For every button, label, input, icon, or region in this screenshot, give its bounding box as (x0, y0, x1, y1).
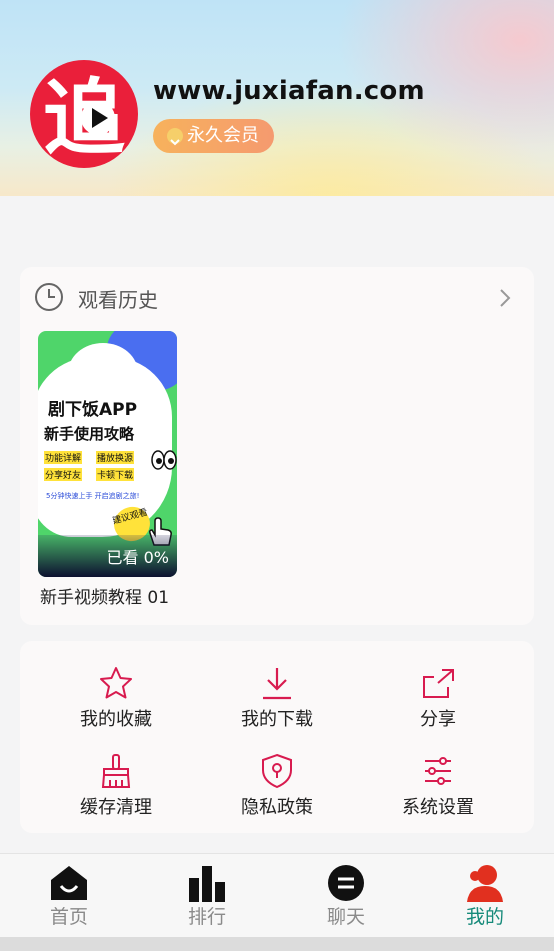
menu-item-label: 隐私政策 (241, 797, 313, 818)
app-logo: 追 (30, 60, 138, 168)
tab-label: 我的 (465, 906, 504, 928)
menu-item-downloads[interactable]: 我的下载 (207, 665, 347, 731)
tab-label: 首页 (49, 906, 88, 928)
watch-progress: 已看 0% (106, 548, 169, 567)
watch-history-card: 观看历史 剧下饭APP 新手使用攻略 功能详解 播放换源 分享好友 卡顿下载 5… (20, 267, 534, 625)
thumbnail-subtitle: 新手使用攻略 (44, 425, 135, 443)
menu-item-label: 分享 (420, 709, 456, 730)
watch-history-title: 观看历史 (78, 288, 158, 312)
tab-home[interactable]: 首页 (29, 864, 109, 929)
tab-ranking[interactable]: 排行 (167, 864, 247, 929)
menu-item-label: 我的下载 (241, 709, 313, 730)
menu-item-label: 我的收藏 (80, 709, 152, 730)
bar-chart-icon (189, 866, 225, 902)
tab-mine[interactable]: 我的 (445, 864, 525, 929)
site-name: www.juxiafan.com (153, 76, 425, 106)
chat-icon (328, 865, 364, 901)
user-icon (467, 865, 503, 902)
tab-label: 排行 (187, 906, 226, 928)
function-menu-card: 我的收藏 我的下载 分享 缓存清理 隐私政策 系统设置 (20, 641, 534, 833)
thumbnail-tag: 分享好友 (44, 468, 83, 481)
menu-item-label: 系统设置 (402, 797, 474, 818)
menu-item-privacy[interactable]: 隐私政策 (207, 753, 347, 819)
thumbnail-tag: 播放换源 (96, 451, 135, 464)
share-icon (423, 669, 454, 698)
chevron-down-icon (167, 128, 183, 146)
video-thumbnail[interactable]: 剧下饭APP 新手使用攻略 功能详解 播放换源 分享好友 卡顿下载 5分钟快速上… (38, 331, 177, 577)
home-icon (51, 866, 87, 900)
menu-item-clear-cache[interactable]: 缓存清理 (46, 753, 186, 819)
menu-item-label: 缓存清理 (80, 797, 152, 818)
bottom-tab-bar: 首页 排行 聊天 我的 (0, 853, 554, 938)
menu-item-share[interactable]: 分享 (368, 665, 508, 731)
tab-chat[interactable]: 聊天 (306, 864, 386, 929)
vip-badge-label: 永久会员 (187, 125, 259, 146)
star-icon (100, 667, 132, 699)
tab-label: 聊天 (326, 906, 365, 928)
eyes-icon (151, 450, 177, 470)
thumbnail-tag: 卡顿下载 (96, 468, 135, 481)
thumbnail-title: 剧下饭APP (48, 400, 138, 420)
chevron-right-icon[interactable] (497, 287, 513, 309)
vip-badge[interactable]: 永久会员 (153, 119, 274, 153)
download-icon (263, 668, 291, 700)
profile-header: 追 www.juxiafan.com 永久会员 (0, 0, 554, 196)
sliders-icon (425, 757, 451, 785)
video-title[interactable]: 新手视频教程 01 (40, 583, 169, 608)
system-bar (0, 937, 554, 951)
menu-item-settings[interactable]: 系统设置 (368, 753, 508, 819)
thumbnail-tag: 功能详解 (44, 451, 83, 464)
shield-lock-icon (262, 753, 292, 789)
broom-icon (101, 754, 131, 788)
clock-icon (35, 283, 63, 311)
menu-item-favorites[interactable]: 我的收藏 (46, 665, 186, 731)
thumbnail-note: 5分钟快速上手 开启追剧之旅! (46, 492, 140, 500)
